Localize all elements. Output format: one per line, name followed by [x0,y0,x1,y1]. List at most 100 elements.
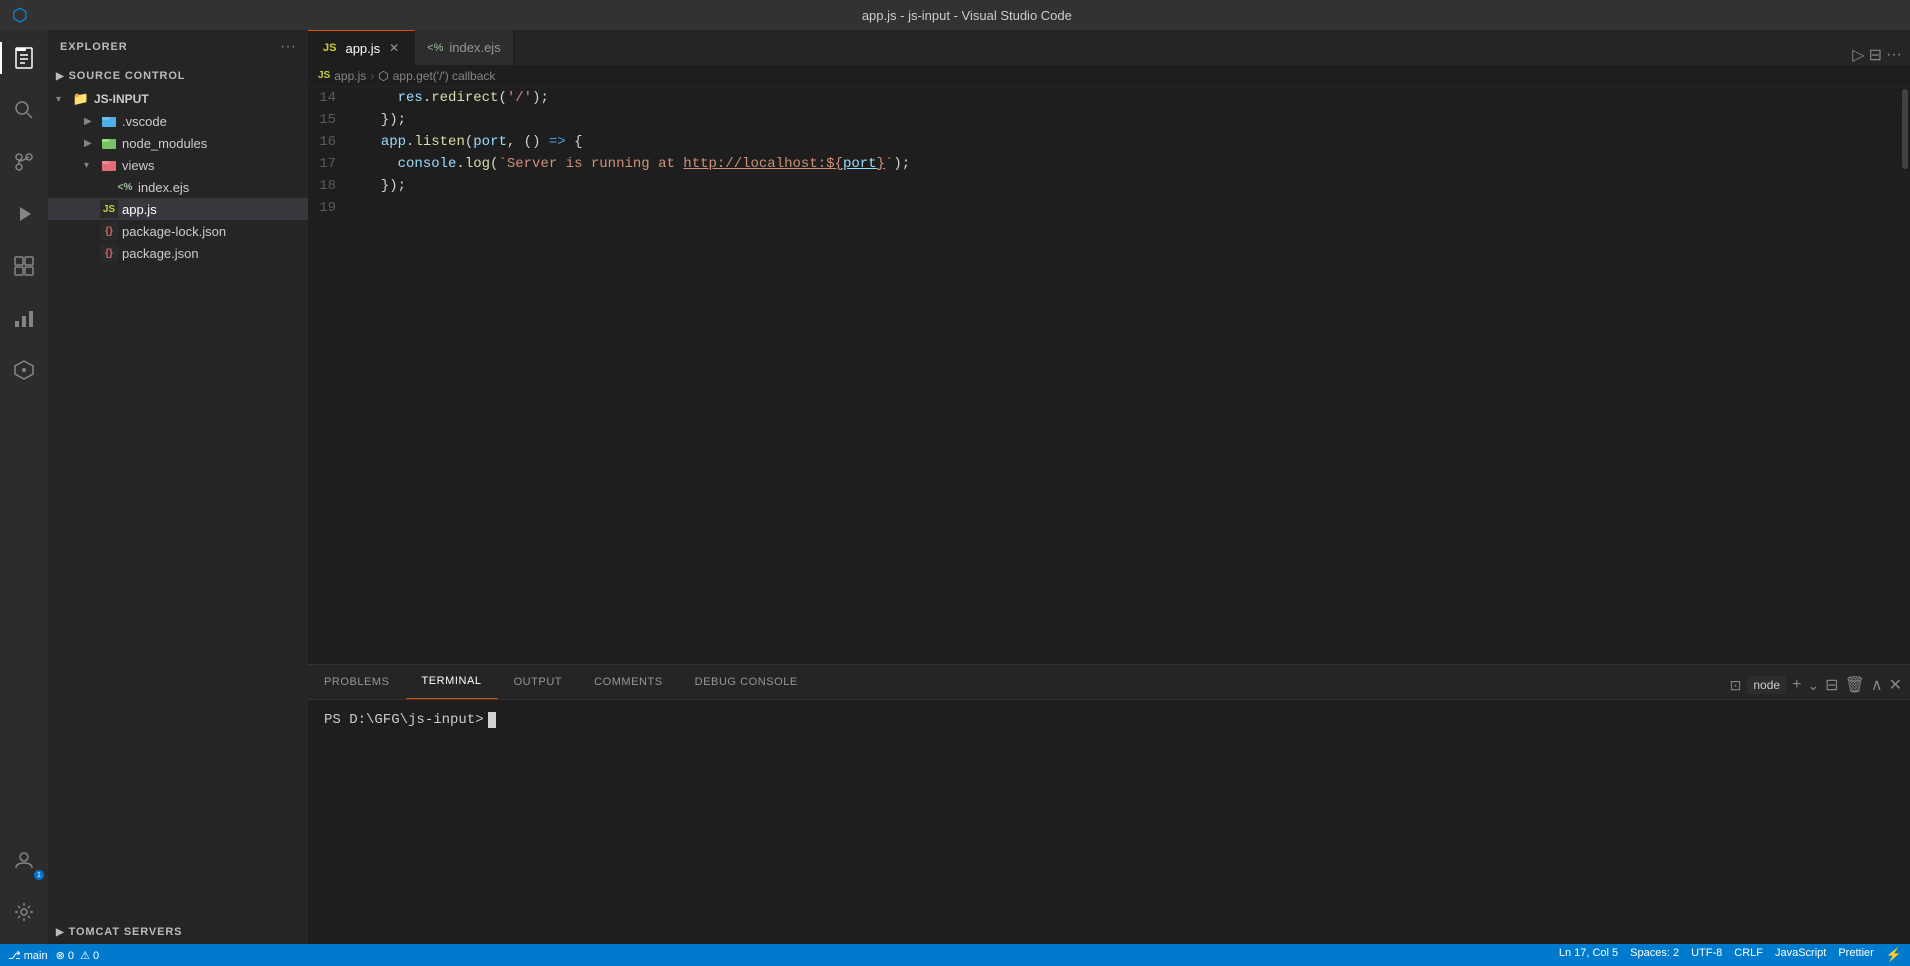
problems-label: PROBLEMS [324,676,390,688]
chevron-down-icon[interactable]: ⌄ [1807,677,1819,694]
sidebar-item-views[interactable]: ▾ views [48,154,308,176]
package-lock-label: package-lock.json [122,224,226,239]
line-num-19: 19 [308,197,348,219]
tab-problems[interactable]: PROBLEMS [308,664,406,699]
app-js-label: app.js [122,202,157,217]
vertical-scrollbar[interactable] [1900,87,1910,664]
terminal-prompt-text: PS D:\GFG\js-input> [324,712,484,728]
eol-status[interactable]: CRLF [1734,947,1763,963]
remote-status-icon[interactable]: ⚡ [1886,947,1902,963]
pkglock-icon: {} [100,222,118,240]
package-json-label: package.json [122,246,199,261]
delete-terminal-icon[interactable]: 🗑 [1845,675,1865,695]
terminal-prompt: PS D:\GFG\js-input> [324,712,1894,728]
search-activity-icon[interactable] [0,86,48,134]
run-editor-icon[interactable]: ▷ [1852,45,1864,65]
node-modules-expand-icon: ▶ [84,138,100,149]
account-badge: 1 [34,870,44,880]
more-actions-icon[interactable]: ··· [280,38,296,56]
maximize-panel-icon[interactable]: ∧ [1871,675,1883,695]
vscode-logo-icon: ⬡ [12,5,28,26]
vscode-label: .vscode [122,114,167,129]
breadcrumb-icon-class: ⬡ [378,69,388,83]
breadcrumb-file[interactable]: app.js [334,69,366,83]
folder-root[interactable]: ▾ 📁 JS-INPUT [48,88,308,110]
run-debug-activity-icon[interactable] [0,190,48,238]
code-content[interactable]: res.redirect('/'); }); app.listen(port, … [356,87,1840,664]
node-modules-icon [100,134,118,152]
add-terminal-icon[interactable]: + [1792,676,1801,694]
close-panel-icon[interactable]: ✕ [1889,675,1902,695]
tabs-actions: ▷ ⊟ ··· [1844,45,1910,65]
formatter-status[interactable]: Prettier [1838,947,1873,963]
tomcat-servers-section[interactable]: ▶ TOMCAT SERVERS [48,920,308,944]
titlebar-title: app.js - js-input - Visual Studio Code [36,8,1898,23]
source-control-arrow-icon: ▶ [56,71,65,82]
tab-debug-console[interactable]: DEBUG CONSOLE [679,664,814,699]
source-control-label: SOURCE CONTROL [69,70,186,82]
source-control-section[interactable]: ▶ SOURCE CONTROL [48,64,308,88]
code-line-16: app.listen(port, () => { [356,131,1840,153]
extensions-activity-icon[interactable] [0,242,48,290]
explorer-activity-icon[interactable] [0,34,48,82]
line-num-15: 15 [308,109,348,131]
tab-output[interactable]: OUTPUT [498,664,579,699]
sidebar-item-package-lock[interactable]: {} package-lock.json [48,220,308,242]
views-expand-icon: ▾ [84,160,100,171]
output-label: OUTPUT [514,676,563,688]
status-bar: ⎇ main ⊗ 0 ⚠ 0 Ln 17, Col 5 Spaces: 2 UT… [0,944,1910,966]
split-terminal-icon[interactable]: ⊟ [1825,675,1838,695]
sidebar-item-package-json[interactable]: {} package.json [48,242,308,264]
tomcat-arrow-icon: ▶ [56,927,65,938]
minimap: ................................ .......… [1840,87,1900,664]
tab-terminal[interactable]: TERMINAL [406,664,498,699]
breadcrumb-callback[interactable]: app.get('/') callback [393,69,496,83]
vscode-expand-icon: ▶ [84,116,100,127]
line-num-17: 17 [308,153,348,175]
new-terminal-icon[interactable]: ⊡ [1730,677,1742,694]
sidebar-item-node-modules[interactable]: ▶ node_modules [48,132,308,154]
tab-comments[interactable]: COMMENTS [578,664,679,699]
sidebar-item-index-ejs[interactable]: <% index.ejs [48,176,308,198]
split-editor-icon[interactable]: ⊟ [1869,45,1882,65]
sidebar-item-vscode[interactable]: ▶ .vscode [48,110,308,132]
more-editor-icon[interactable]: ··· [1886,46,1902,64]
sidebar-header-actions[interactable]: ··· [280,38,296,56]
line-numbers: 14 15 16 17 18 19 [308,87,356,664]
line-col-status[interactable]: Ln 17, Col 5 [1559,947,1618,963]
source-control-status[interactable]: ⎇ main [8,949,48,962]
code-line-14: res.redirect('/'); [356,87,1840,109]
errors-warnings-status[interactable]: ⊗ 0 ⚠ 0 [56,949,100,962]
scrollbar-thumb[interactable] [1902,89,1908,169]
pkg-icon: {} [100,244,118,262]
spaces-status[interactable]: Spaces: 2 [1630,947,1679,963]
close-tab-app-js[interactable]: ✕ [386,40,402,56]
breadcrumb: JS app.js › ⬡ app.get('/') callback [308,65,1910,87]
node-modules-label: node_modules [122,136,207,151]
sidebar-footer[interactable]: ▶ TOMCAT SERVERS [48,920,308,944]
tabs-bar: JS app.js ✕ <% index.ejs ▷ ⊟ ··· [308,30,1910,65]
folder-icon: 📁 [72,90,90,108]
settings-activity-icon[interactable] [0,888,48,936]
tab-index-ejs[interactable]: <% index.ejs [415,30,514,65]
sidebar-title: EXPLORER [60,41,128,53]
node-terminal-label[interactable]: node [1747,676,1786,694]
tomcat-label: TOMCAT SERVERS [69,926,183,938]
encoding-status[interactable]: UTF-8 [1691,947,1722,963]
source-control-activity-icon[interactable] [0,138,48,186]
remote-activity-icon[interactable] [0,346,48,394]
account-activity-icon[interactable]: 1 [0,836,48,884]
titlebar: ⬡ app.js - js-input - Visual Studio Code [0,0,1910,30]
sidebar-item-app-js[interactable]: JS app.js [48,198,308,220]
code-line-17: console.log(`Server is running at http:/… [356,153,1840,175]
editor-area: JS app.js ✕ <% index.ejs ▷ ⊟ ··· JS [308,30,1910,944]
language-status[interactable]: JavaScript [1775,947,1826,963]
terminal-content[interactable]: PS D:\GFG\js-input> [308,700,1910,944]
charts-activity-icon[interactable] [0,294,48,342]
line-num-18: 18 [308,175,348,197]
breadcrumb-js-icon: JS [318,70,330,81]
tab-app-js[interactable]: JS app.js ✕ [308,30,415,65]
line-num-16: 16 [308,131,348,153]
tab-app-js-label: app.js [345,41,380,56]
code-editor[interactable]: 14 15 16 17 18 19 res.redirect('/'); [308,87,1910,664]
